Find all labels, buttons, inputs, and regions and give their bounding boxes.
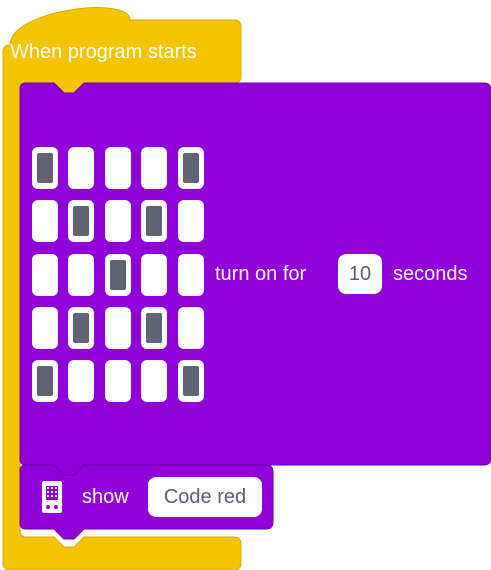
led-cell-r4-c4[interactable]	[178, 360, 204, 402]
led-cell-r1-c4[interactable]	[178, 200, 204, 242]
block-workspace: When program starts turn on for 10 secon…	[0, 0, 491, 570]
led-cell-r0-c2[interactable]	[105, 147, 131, 189]
led-cell-r1-c3[interactable]	[141, 200, 167, 242]
led-cell-r1-c2[interactable]	[105, 200, 131, 242]
led-cell-r3-c0[interactable]	[32, 307, 58, 349]
led-cell-r3-c1[interactable]	[68, 307, 94, 349]
led-cell-r3-c3[interactable]	[141, 307, 167, 349]
led-cell-r1-c1[interactable]	[68, 200, 94, 242]
seconds-label: seconds	[393, 263, 468, 285]
led-cell-r2-c4[interactable]	[178, 254, 204, 296]
duration-input[interactable]: 10	[338, 254, 382, 294]
led-cell-r2-c0[interactable]	[32, 254, 58, 296]
led-cell-r0-c1[interactable]	[68, 147, 94, 189]
led-cell-r2-c3[interactable]	[141, 254, 167, 296]
led-cell-r4-c3[interactable]	[141, 360, 167, 402]
led-cell-r2-c1[interactable]	[68, 254, 94, 296]
led-cell-r0-c3[interactable]	[141, 147, 167, 189]
led-cell-r1-c0[interactable]	[32, 200, 58, 242]
turn-on-label: turn on for	[215, 263, 307, 285]
led-cell-r3-c4[interactable]	[178, 307, 204, 349]
led-cell-r4-c0[interactable]	[32, 360, 58, 402]
hat-block-label: When program starts	[10, 41, 197, 63]
show-text-input[interactable]: Code red	[148, 477, 262, 517]
led-cell-r3-c2[interactable]	[105, 307, 131, 349]
led-cell-r2-c2[interactable]	[105, 254, 131, 296]
led-cell-r0-c4[interactable]	[178, 147, 204, 189]
led-cell-r4-c2[interactable]	[105, 360, 131, 402]
led-cell-r4-c1[interactable]	[68, 360, 94, 402]
microbit-board-icon	[42, 481, 62, 513]
led-cell-r0-c0[interactable]	[32, 147, 58, 189]
show-label: show	[82, 486, 129, 508]
